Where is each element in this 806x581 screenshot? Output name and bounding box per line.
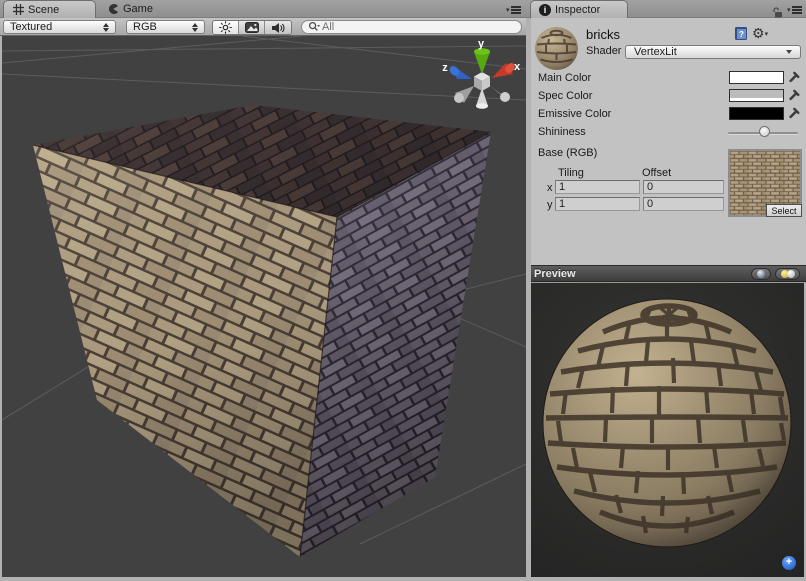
gizmo-x-label: x: [514, 61, 521, 73]
preview-header[interactable]: Preview: [528, 265, 806, 282]
dropdown-arrow-icon: [786, 50, 792, 54]
tab-game-label: Game: [123, 3, 153, 15]
dropdown-arrow-icon: ▾: [765, 31, 769, 38]
dropdown-arrow-icon: ▾: [506, 7, 510, 14]
eyedropper-icon[interactable]: [787, 70, 801, 84]
shininess-label: Shininess: [538, 126, 586, 138]
scene-3d-view: y x z: [2, 36, 526, 577]
eyedropper-icon[interactable]: [787, 106, 801, 120]
main-color-label: Main Color: [538, 72, 591, 84]
tiling-row-x-label: x: [547, 182, 553, 194]
scene-lighting-toggle[interactable]: [213, 21, 239, 34]
shader-dropdown[interactable]: VertexLit: [625, 45, 801, 59]
gizmo-z-label: z: [442, 62, 448, 74]
scene-toggle-group: [212, 20, 292, 35]
inspector-panel-menu-button[interactable]: ▾: [787, 6, 802, 14]
scene-grid-icon: [12, 4, 24, 16]
lock-open-icon: [772, 7, 783, 18]
dropdown-arrow-icon: ▾: [787, 7, 791, 14]
scene-tabbar: Scene Game ▾: [0, 0, 526, 18]
gizmo-y-label: y: [478, 38, 485, 50]
draw-mode-value: Textured: [10, 21, 52, 33]
window-frame-bottom: [0, 577, 806, 581]
speaker-icon: [271, 22, 285, 34]
help-book-icon: ?: [734, 26, 748, 41]
tab-inspector[interactable]: i Inspector: [530, 0, 628, 18]
preview-shape-button[interactable]: [751, 268, 771, 280]
material-preview-area[interactable]: +: [528, 283, 804, 577]
updown-arrows-icon: [192, 23, 198, 32]
unity-editor-window: Scene Game ▾ Textured RGB: [0, 0, 806, 581]
sun-icon: [219, 21, 232, 34]
emissive-color-swatch[interactable]: [729, 107, 784, 120]
scene-skybox-toggle[interactable]: [239, 21, 265, 34]
tab-scene-label: Scene: [28, 4, 59, 16]
offset-y-input[interactable]: [643, 197, 724, 211]
material-name: bricks: [586, 27, 620, 42]
tiling-column-header: Tiling: [558, 167, 584, 179]
scene-audio-toggle[interactable]: [265, 21, 291, 34]
scene-toolbar: Textured RGB: [0, 18, 526, 36]
preview-sphere[interactable]: [528, 283, 804, 577]
eyedropper-icon[interactable]: [787, 88, 801, 102]
gear-icon: ⚙: [752, 25, 765, 41]
offset-x-input[interactable]: [643, 180, 724, 194]
sphere-icon: [757, 270, 765, 278]
texture-select-button[interactable]: Select: [766, 204, 802, 217]
preview-lighting-button[interactable]: [775, 268, 800, 280]
base-texture-label: Base (RGB): [538, 147, 597, 159]
help-button[interactable]: ?: [734, 26, 748, 44]
tab-inspector-label: Inspector: [555, 4, 600, 16]
draw-mode-dropdown[interactable]: Textured: [3, 20, 116, 34]
menu-bars-icon: [792, 6, 802, 14]
game-icon: [107, 3, 119, 15]
preview-title: Preview: [534, 268, 576, 280]
emissive-color-label: Emissive Color: [538, 108, 611, 120]
shininess-slider-knob[interactable]: [759, 126, 770, 137]
window-frame-left: [0, 36, 2, 577]
spec-color-swatch[interactable]: [729, 89, 784, 102]
menu-bars-icon: [511, 6, 521, 14]
search-input[interactable]: [322, 21, 492, 33]
inspector-panel: bricks Shader VertexLit ? ⚙▾ Main Color …: [531, 18, 806, 265]
preview-add-button[interactable]: +: [782, 556, 796, 570]
gear-menu-button[interactable]: ⚙▾: [752, 25, 768, 42]
tiling-x-input[interactable]: [555, 180, 640, 194]
tab-scene[interactable]: Scene: [3, 0, 96, 18]
info-icon: i: [539, 4, 551, 16]
inspector-tabbar: i Inspector ▾: [526, 0, 806, 18]
shader-value: VertexLit: [634, 46, 677, 58]
panel-divider[interactable]: [526, 18, 531, 577]
tab-game[interactable]: Game: [99, 0, 171, 18]
tiling-row-y-label: y: [547, 199, 553, 211]
material-ball-thumbnail: [534, 26, 579, 71]
main-color-swatch[interactable]: [729, 71, 784, 84]
color-mode-value: RGB: [133, 21, 157, 33]
spec-color-label: Spec Color: [538, 90, 592, 102]
scene-search-field[interactable]: [301, 20, 522, 34]
svg-text:?: ?: [739, 30, 744, 39]
color-mode-dropdown[interactable]: RGB: [126, 20, 205, 34]
light-off-icon: [787, 270, 795, 278]
search-icon: [308, 21, 320, 33]
shader-label: Shader: [586, 45, 621, 57]
image-icon: [245, 22, 259, 33]
scene-viewport[interactable]: y x z: [2, 36, 526, 577]
updown-arrows-icon: [103, 23, 109, 32]
scene-panel-menu-button[interactable]: ▾: [506, 6, 521, 14]
offset-column-header: Offset: [642, 167, 671, 179]
tiling-y-input[interactable]: [555, 197, 640, 211]
